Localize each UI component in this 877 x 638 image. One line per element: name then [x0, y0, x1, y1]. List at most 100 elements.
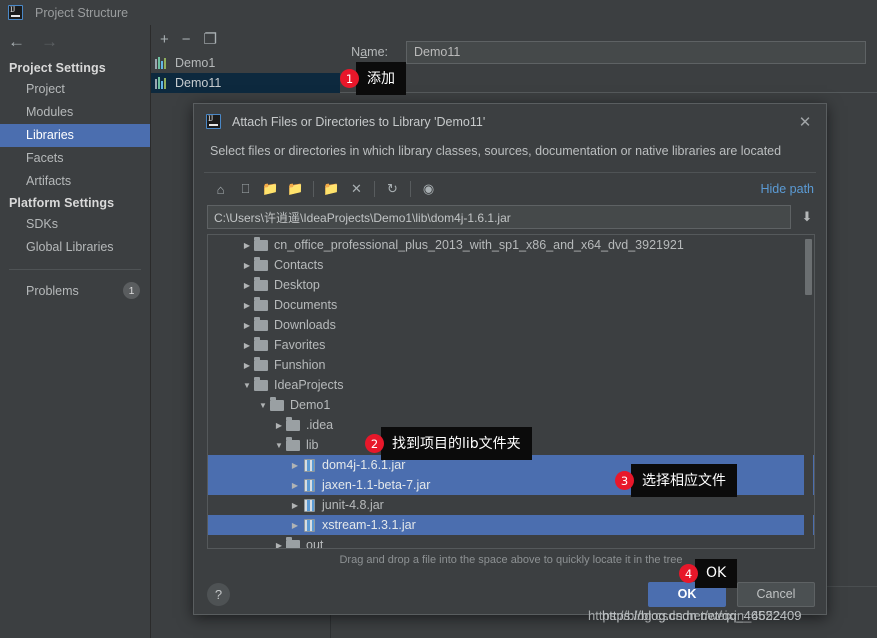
chevron-right-icon[interactable]: ▶: [240, 361, 254, 370]
help-button[interactable]: ?: [207, 582, 230, 606]
tree-row[interactable]: ▼ Demo1: [208, 395, 814, 415]
chevron-right-icon[interactable]: ▶: [272, 421, 286, 430]
tree-scrollbar-thumb[interactable]: [805, 239, 812, 295]
tree-row[interactable]: ▶ cn_office_professional_plus_2013_with_s…: [208, 235, 814, 255]
tree-row-label: lib: [306, 438, 319, 452]
new-folder-icon[interactable]: 📁: [319, 177, 344, 201]
sidebar-item-artifacts[interactable]: Artifacts: [0, 170, 150, 193]
chevron-right-icon[interactable]: ▶: [288, 501, 302, 510]
toolbar-divider: [313, 181, 314, 197]
tree-row[interactable]: ▶ out: [208, 535, 814, 549]
sidebar-item-modules[interactable]: Modules: [0, 101, 150, 124]
chevron-right-icon[interactable]: ▶: [288, 461, 302, 470]
cancel-button[interactable]: Cancel: [737, 581, 815, 607]
chevron-right-icon[interactable]: ▶: [288, 481, 302, 490]
jar-file-icon: [304, 478, 315, 492]
project-folder-icon[interactable]: 📁: [258, 177, 283, 201]
close-icon[interactable]: ✕: [794, 111, 816, 133]
intellij-idea-logo-icon: [206, 114, 221, 129]
refresh-icon[interactable]: ↻: [380, 177, 405, 201]
add-library-button[interactable]: +: [160, 32, 169, 47]
chevron-right-icon[interactable]: ▶: [288, 521, 302, 530]
home-icon[interactable]: ⌂: [208, 177, 233, 201]
name-row: Name: Demo11: [340, 39, 877, 65]
window-titlebar: Project Structure: [0, 0, 877, 25]
tree-row-label: dom4j-1.6.1.jar: [322, 458, 406, 472]
sidebar-section-platform-settings: Platform Settings: [9, 196, 115, 210]
tree-row[interactable]: ▶ Downloads: [208, 315, 814, 335]
chevron-right-icon[interactable]: ▶: [240, 281, 254, 290]
sidebar-item-libraries[interactable]: Libraries: [0, 124, 150, 147]
problems-label: Problems: [26, 283, 79, 298]
chevron-right-icon[interactable]: ▶: [240, 261, 254, 270]
annotation-badge: 1: [340, 69, 359, 88]
annotation-4: 4 OK: [679, 559, 738, 588]
annotation-label: OK: [688, 559, 738, 588]
sidebar-item-facets[interactable]: Facets: [0, 147, 150, 170]
chevron-right-icon[interactable]: ▶: [240, 241, 254, 250]
sidebar-item-global-libraries[interactable]: Global Libraries: [0, 236, 150, 259]
tree-row[interactable]: ▶ Contacts: [208, 255, 814, 275]
tree-row-label: Funshion: [274, 358, 326, 372]
folder-icon: [286, 536, 300, 548]
show-hidden-files-icon[interactable]: ◉: [416, 177, 441, 201]
tree-row[interactable]: ▶ Documents: [208, 295, 814, 315]
desktop-icon[interactable]: ⎕: [233, 177, 258, 201]
delete-icon[interactable]: ✕: [344, 177, 369, 201]
chevron-right-icon[interactable]: ▶: [240, 301, 254, 310]
tree-row[interactable]: ▼ IdeaProjects: [208, 375, 814, 395]
annotation-2: 2 找到项目的lib文件夹: [365, 427, 532, 460]
folder-icon: [286, 416, 300, 431]
hide-path-link[interactable]: Hide path: [760, 182, 814, 196]
chevron-down-icon[interactable]: ▼: [272, 441, 286, 450]
folder-icon: [286, 436, 300, 451]
problems-count-badge: 1: [123, 282, 140, 299]
tree-row-label: xstream-1.3.1.jar: [322, 518, 416, 532]
path-input[interactable]: C:\Users\许逍遥\IdeaProjects\Demo1\lib\dom4…: [207, 205, 791, 229]
sidebar-item-problems[interactable]: Problems 1: [0, 278, 150, 303]
library-label: Demo11: [175, 76, 222, 90]
toolbar-divider: [410, 181, 411, 197]
chevron-down-icon[interactable]: ▼: [256, 401, 270, 410]
copy-library-button[interactable]: ❐: [204, 32, 217, 47]
folder-icon: [254, 336, 268, 351]
tree-row-label: jaxen-1.1-beta-7.jar: [322, 478, 431, 492]
annotation-label: 添加: [350, 62, 406, 95]
sidebar: ← → Project Settings Project Modules Lib…: [0, 25, 151, 638]
annotation-badge: 2: [365, 434, 384, 453]
tree-row[interactable]: ▶ Funshion: [208, 355, 814, 375]
tree-row-label: Demo1: [290, 398, 331, 412]
chevron-right-icon[interactable]: ▶: [240, 321, 254, 330]
tree-row-label: Favorites: [274, 338, 326, 352]
list-item[interactable]: Demo11: [151, 73, 340, 93]
intellij-idea-logo-icon: [8, 5, 23, 20]
tree-row[interactable]: ▶ junit-4.8.jar: [208, 495, 814, 515]
folder-icon: [254, 256, 268, 271]
sidebar-item-project[interactable]: Project: [0, 78, 150, 101]
remove-library-button[interactable]: −: [182, 32, 191, 47]
tree-row[interactable]: ▶ xstream-1.3.1.jar: [208, 515, 814, 535]
annotation-1: 1 添加: [340, 62, 406, 95]
folder-icon: [270, 396, 284, 411]
tree-scrollbar[interactable]: [804, 235, 813, 548]
tree-row-label: cn_office_professional_plus_2013_with_sp…: [274, 238, 684, 252]
annotation-label: 选择相应文件: [625, 464, 737, 497]
name-input[interactable]: Demo11: [406, 40, 866, 64]
arrow-left-icon[interactable]: ←: [8, 33, 25, 50]
file-tree[interactable]: ▶ cn_office_professional_plus_2013_with_s…: [207, 234, 815, 549]
sidebar-item-sdks[interactable]: SDKs: [0, 213, 150, 236]
annotation-badge: 4: [679, 564, 698, 583]
chevron-right-icon[interactable]: ▶: [272, 541, 286, 549]
chevron-down-icon[interactable]: ▼: [240, 381, 254, 390]
list-item[interactable]: Demo1: [151, 53, 340, 73]
import-path-icon[interactable]: ⬇: [798, 209, 816, 225]
module-folder-icon: 📁: [287, 181, 304, 196]
tree-row[interactable]: ▶ Favorites: [208, 335, 814, 355]
file-chooser-toolbar: ⌂ ⎕ 📁 📁 📁 ✕ ↻ ◉ Hide path: [194, 173, 826, 205]
tree-row-label: Documents: [274, 298, 338, 312]
arrow-right-icon[interactable]: →: [41, 33, 58, 50]
folder-icon: [254, 376, 268, 391]
tree-row[interactable]: ▶ Desktop: [208, 275, 814, 295]
chevron-right-icon[interactable]: ▶: [240, 341, 254, 350]
path-row: C:\Users\许逍遥\IdeaProjects\Demo1\lib\dom4…: [194, 205, 826, 229]
